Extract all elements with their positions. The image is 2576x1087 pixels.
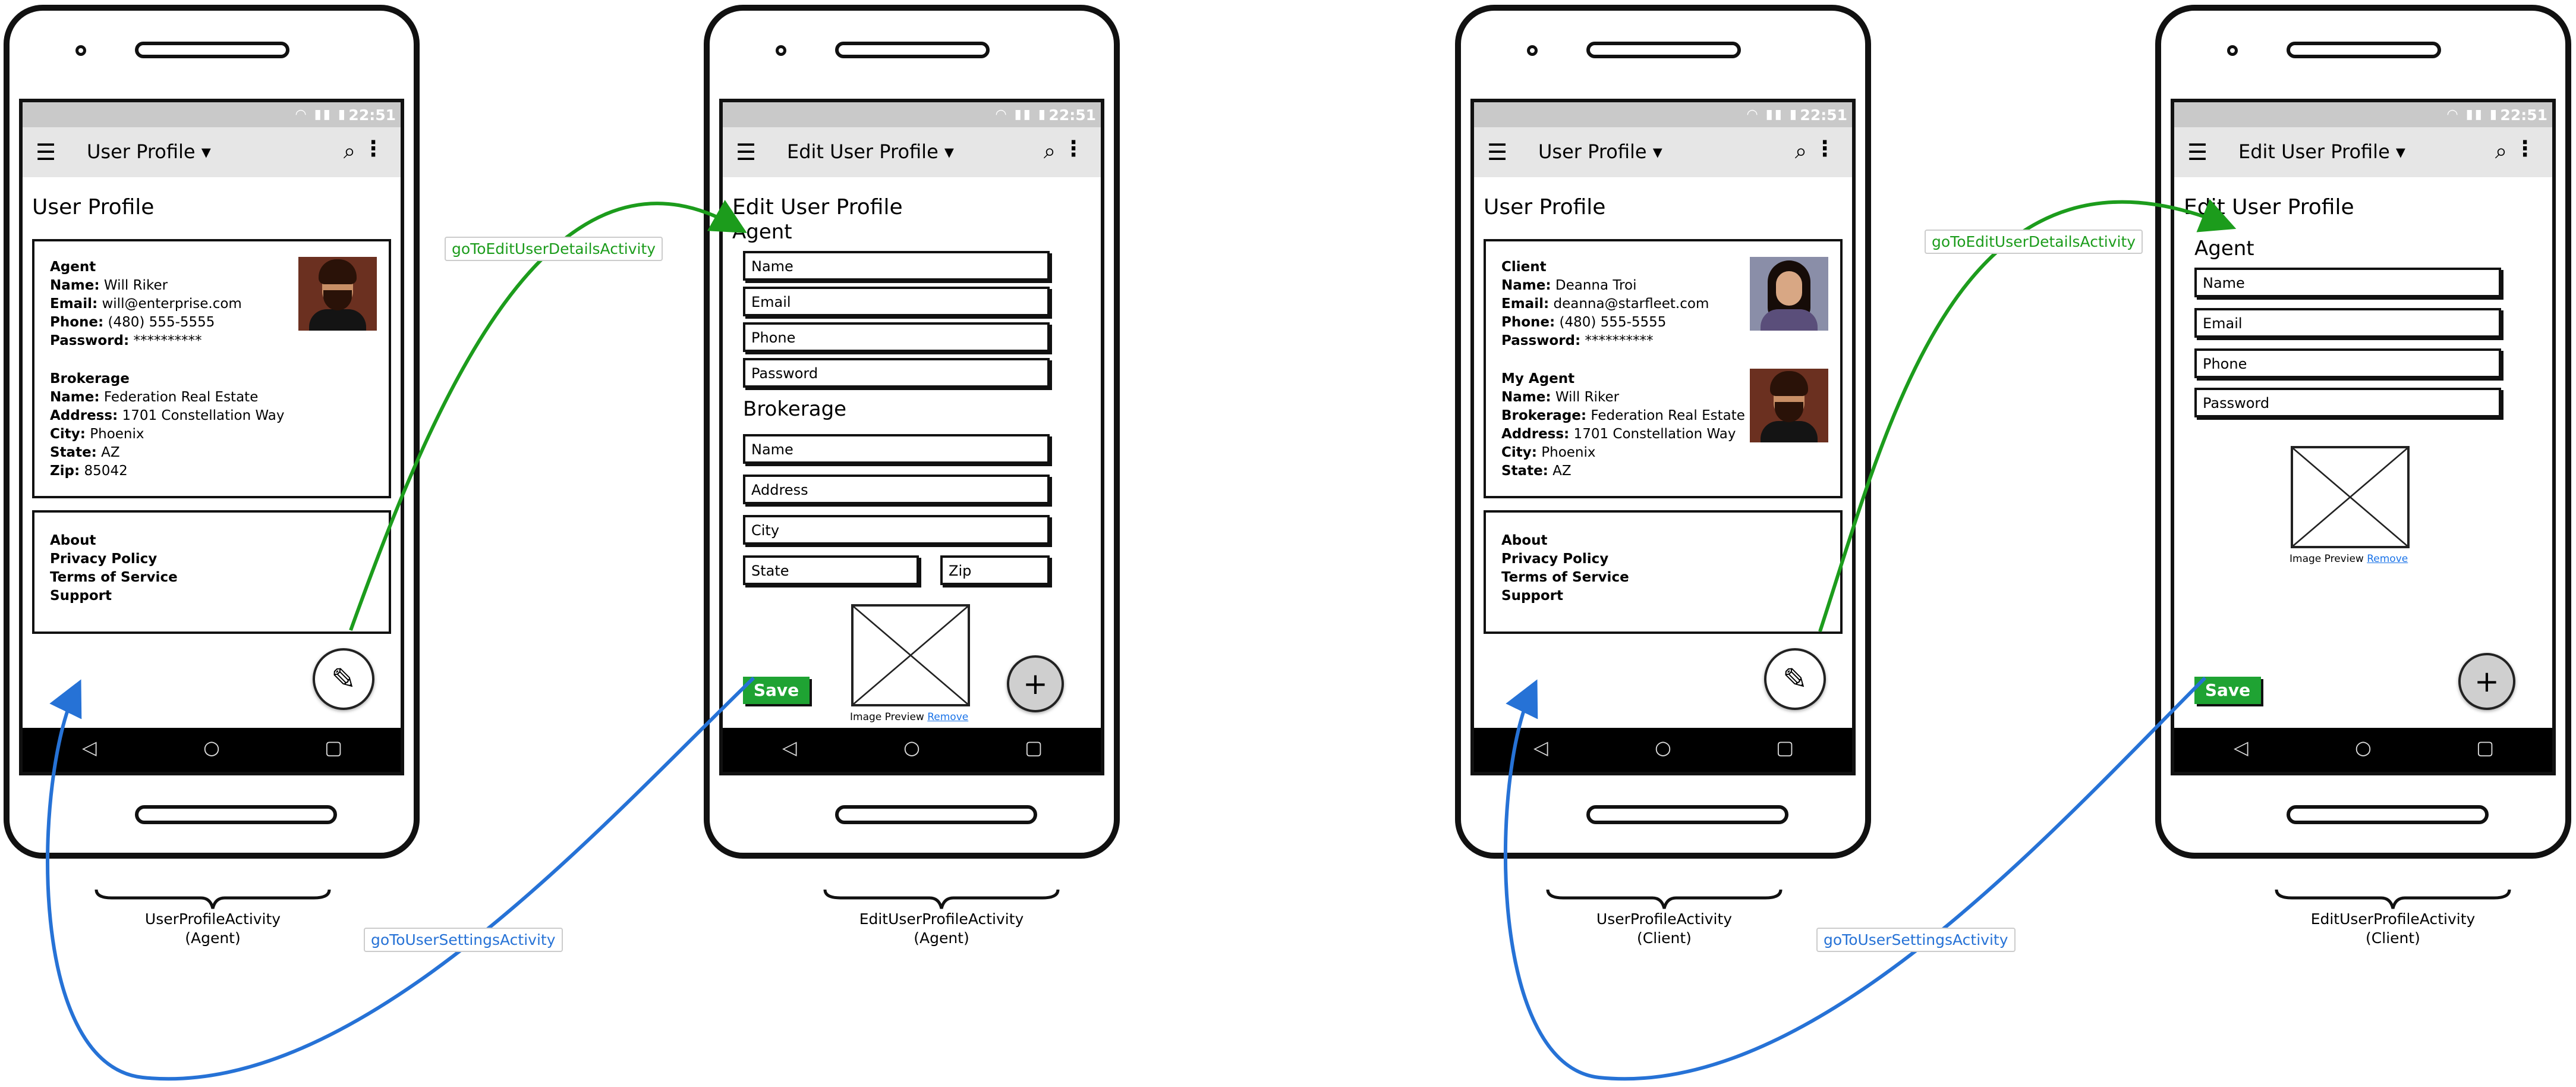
edit-arrow-agent <box>349 200 747 632</box>
settings-arrow-agent <box>46 676 755 1081</box>
settings-arrow-label-client: goToUserSettingsActivity <box>1816 928 2016 952</box>
edit-arrow-label-client: goToEditUserDetailsActivity <box>1925 230 2143 254</box>
settings-arrow-label-agent: goToUserSettingsActivity <box>364 928 563 952</box>
flow-arrows <box>46 199 2237 1081</box>
edit-arrow-client <box>1818 199 2237 632</box>
edit-arrow-label-agent: goToEditUserDetailsActivity <box>445 237 663 261</box>
settings-arrow-client <box>1503 676 2207 1081</box>
